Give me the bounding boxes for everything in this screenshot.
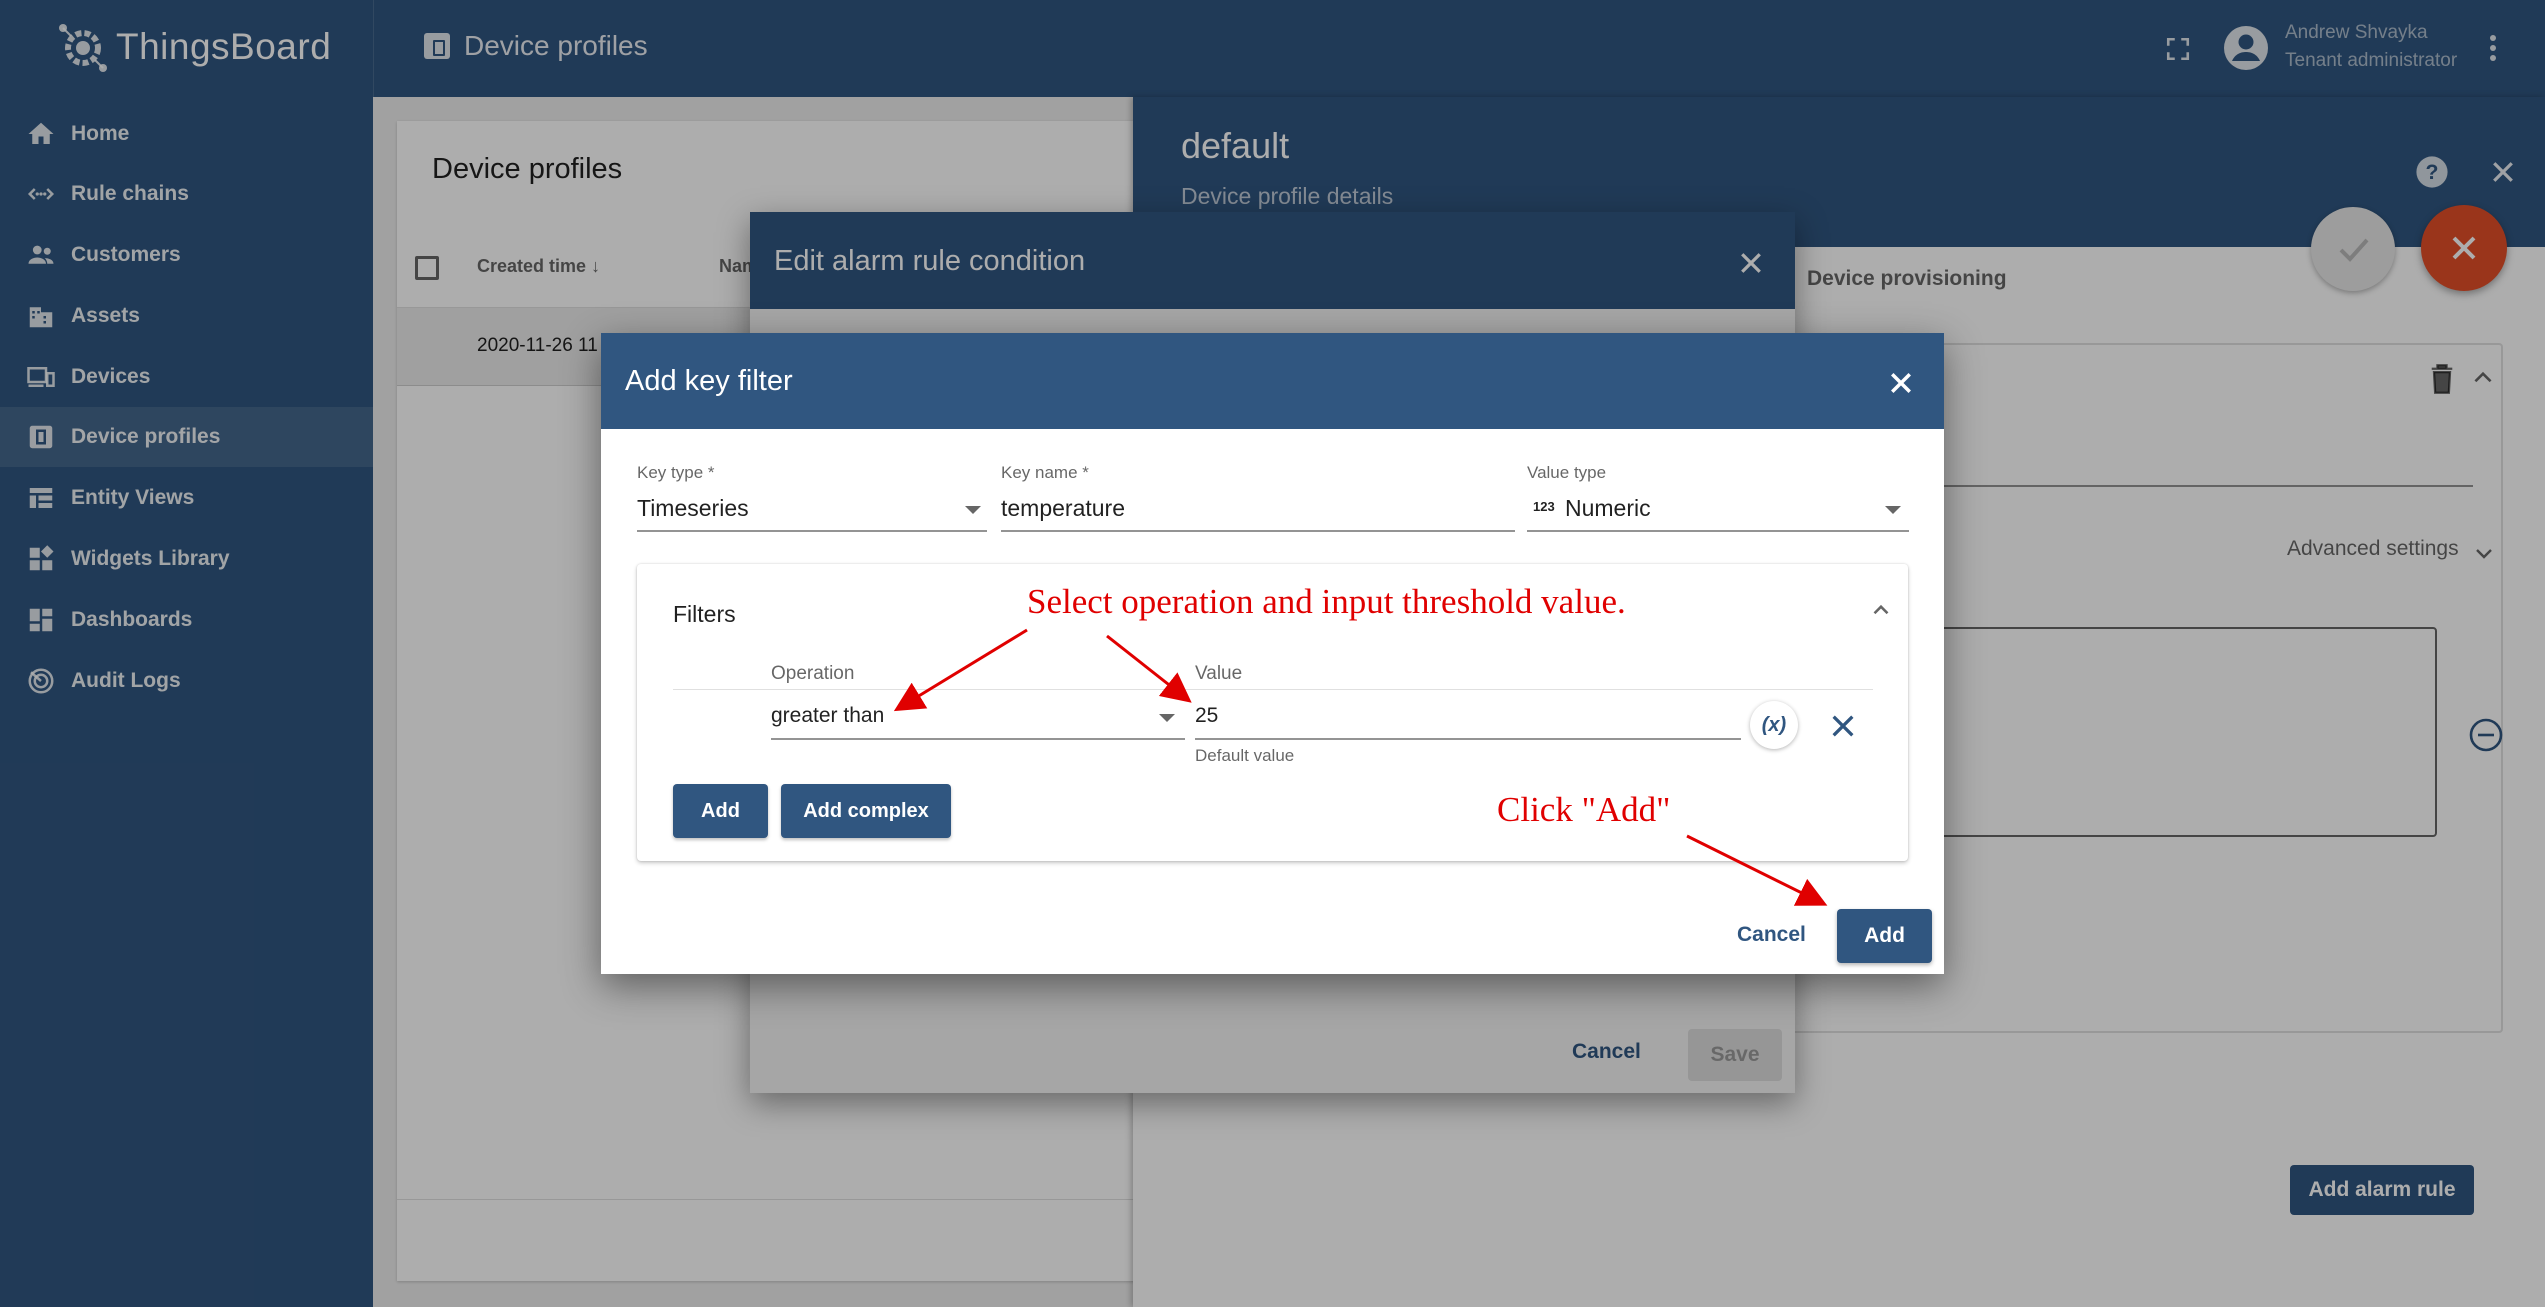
operation-column-header: Operation: [771, 663, 855, 684]
annotation-select-operation: Select operation and input threshold val…: [1027, 582, 1626, 621]
field-underline: [771, 738, 1185, 740]
key-type-label: Key type *: [637, 463, 715, 482]
close-icon[interactable]: [1886, 368, 1916, 398]
key-name-value: temperature: [1001, 495, 1126, 521]
value-hint: Default value: [1195, 746, 1295, 765]
add-filter-button[interactable]: Add: [673, 784, 768, 838]
operation-value: greater than: [771, 704, 885, 727]
field-underline: [1527, 530, 1909, 532]
dropdown-arrow-icon: [1159, 714, 1175, 722]
dropdown-arrow-icon: [965, 506, 981, 514]
value-input-value: 25: [1195, 704, 1219, 727]
filters-header-divider: [673, 689, 1873, 690]
annotation-click-add: Click "Add": [1497, 790, 1671, 829]
field-underline: [1195, 738, 1741, 740]
field-underline: [1001, 530, 1515, 532]
add-key-filter-dialog: Add key filter Key type * Timeseries Key…: [601, 333, 1944, 974]
dialog-header: Add key filter: [601, 333, 1944, 429]
key-name-label: Key name *: [1001, 463, 1089, 482]
cancel-button[interactable]: Cancel: [1737, 923, 1806, 947]
numeric-type-icon: 123: [1533, 499, 1555, 514]
value-type-label: Value type: [1527, 463, 1607, 482]
dialog-title: Add key filter: [625, 365, 793, 397]
add-button[interactable]: Add: [1837, 909, 1932, 963]
value-column-header: Value: [1195, 663, 1243, 684]
field-underline: [637, 530, 987, 532]
dropdown-arrow-icon: [1885, 506, 1901, 514]
key-type-value: Timeseries: [637, 495, 749, 521]
close-icon[interactable]: [1829, 712, 1857, 740]
filters-title[interactable]: Filters: [673, 601, 736, 628]
value-type-value: Numeric: [1565, 495, 1651, 521]
add-complex-filter-button[interactable]: Add complex: [781, 784, 951, 838]
dynamic-value-button[interactable]: (x): [1750, 701, 1798, 749]
chevron-up-icon[interactable]: [1868, 597, 1894, 623]
